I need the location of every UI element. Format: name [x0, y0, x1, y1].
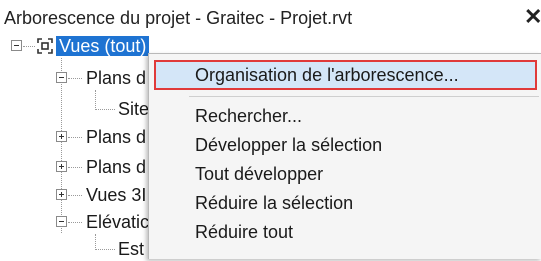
- tree-item-label: Plans d: [86, 157, 147, 177]
- expand-toggle[interactable]: [56, 131, 67, 142]
- collapse-toggle[interactable]: [56, 216, 67, 227]
- tree-item-label: Elévatic: [86, 212, 150, 232]
- menu-separator: [189, 96, 539, 97]
- tree-connector: [68, 195, 82, 196]
- tree-connector: [68, 222, 82, 223]
- tree-connector: [68, 137, 82, 138]
- expand-toggle[interactable]: [56, 189, 67, 200]
- tree-connector: [95, 234, 96, 250]
- tree-connector: [95, 109, 115, 110]
- collapse-toggle[interactable]: [56, 72, 67, 83]
- panel-title: Arborescence du projet - Graitec - Proje…: [4, 8, 353, 28]
- project-browser-panel: Arborescence du projet - Graitec - Proje…: [0, 0, 541, 261]
- tree-item-label: Site: [118, 99, 150, 119]
- tree-item-label: Plans d: [86, 127, 147, 147]
- menu-item-collapse-all[interactable]: Réduire tout: [195, 220, 293, 244]
- tree-item-label: Plans d: [86, 68, 147, 88]
- context-menu: Organisation de l'arborescence... Recher…: [148, 53, 541, 259]
- tree-item[interactable]: Elévatic: [86, 210, 149, 234]
- menu-item-organize-tree[interactable]: Organisation de l'arborescence...: [195, 63, 459, 87]
- menu-item-expand-selection[interactable]: Développer la sélection: [195, 133, 382, 157]
- tree-connector: [23, 46, 35, 47]
- tree-connector: [95, 249, 115, 250]
- tree-item-label: Est: [118, 239, 145, 259]
- views-icon: [37, 38, 53, 54]
- tree-item-label: Vues 3I: [86, 185, 147, 205]
- tree-item[interactable]: Site: [118, 97, 149, 121]
- tree-connector: [95, 90, 96, 110]
- tree-connector: [61, 58, 62, 233]
- collapse-toggle-root[interactable]: [11, 40, 22, 51]
- tree-item[interactable]: Est: [118, 237, 144, 261]
- tree-connector: [68, 78, 82, 79]
- menu-item-collapse-selection[interactable]: Réduire la sélection: [195, 191, 353, 215]
- tree-item[interactable]: Vues 3I: [86, 183, 146, 207]
- tree-item[interactable]: Plans d: [86, 125, 146, 149]
- expand-toggle[interactable]: [56, 161, 67, 172]
- menu-item-expand-all[interactable]: Tout développer: [195, 162, 323, 186]
- menu-item-search[interactable]: Rechercher...: [195, 104, 302, 128]
- tree-item-label: Vues (tout): [56, 36, 150, 56]
- tree-item-views-all[interactable]: Vues (tout): [56, 34, 150, 58]
- tree-connector: [68, 167, 82, 168]
- tree-item[interactable]: Plans d: [86, 155, 146, 179]
- close-icon[interactable]: ✕: [524, 5, 541, 29]
- tree-item[interactable]: Plans d: [86, 66, 146, 90]
